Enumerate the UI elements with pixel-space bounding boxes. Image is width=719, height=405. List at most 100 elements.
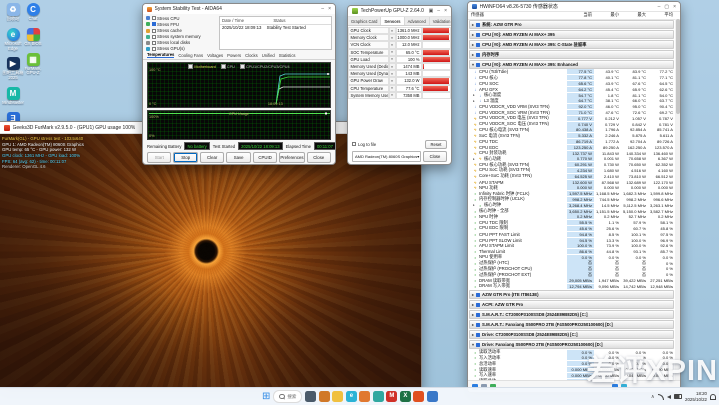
start-button[interactable]: ⊞	[262, 392, 270, 402]
cpuid-button[interactable]: CPUID	[253, 152, 277, 163]
chevron-down-icon[interactable]: ▼	[389, 70, 396, 77]
taskbar-edge-app[interactable]: e	[346, 391, 357, 402]
stress-option[interactable]: Stress GPU(s)	[146, 46, 216, 51]
chevron-down-icon[interactable]: ▼	[389, 27, 396, 34]
chevron-right-icon[interactable]: ▸	[472, 322, 474, 327]
sensor-group-row[interactable]: ▸系统: AZW GTR Pro	[469, 20, 674, 29]
aida-tab-unified[interactable]: Unified	[262, 53, 275, 58]
stress-option[interactable]: Stress FPU	[146, 22, 216, 27]
sensor-group-row[interactable]: ▸Drive: CT2000P3100SSD8 (2524E89B82D5) […	[469, 330, 674, 339]
stress-checkbox[interactable]	[152, 41, 156, 45]
chevron-right-icon[interactable]: ▸	[472, 332, 474, 337]
sensor-row[interactable]: ▸↓L3 温度64.7 °C38.1 °C66.0 °C63.7 °C	[468, 98, 675, 104]
column-header-0[interactable]: 传感器	[468, 12, 567, 18]
sensor-row[interactable]: •APU STAPM Limit100.0 %73.9 %100.0 %92.6…	[468, 243, 675, 249]
minimize-icon[interactable]: –	[321, 6, 324, 12]
aida-tab-statistics[interactable]: Statistics	[279, 53, 296, 58]
column-header-1[interactable]: 当前	[567, 12, 594, 18]
scrollbar-thumb[interactable]	[676, 19, 680, 114]
sensor-row[interactable]: ϟCore+SoC 功耗 (SVI3 TFN)64.525 W2.410 W73…	[468, 173, 675, 179]
taskbar-excel-app[interactable]: X	[400, 391, 411, 402]
aida64-titlebar[interactable]: System Stability Test - AIDA64 – ×	[143, 4, 335, 14]
chevron-down-icon[interactable]: ▼	[389, 77, 396, 84]
sensor-group-row[interactable]: ▾CPU [#0]: AMD RYZEN AI MAX+ 395: Enhanc…	[469, 60, 674, 69]
gpuz-sensor-row[interactable]: GPU Power Draw▼132.0 W	[348, 77, 451, 84]
sensor-group-row[interactable]: ▸CPU [#0]: AMD RYZEN AI MAX+ 395	[469, 30, 674, 39]
chevron-down-icon[interactable]: ▼	[389, 49, 396, 56]
sensor-row[interactable]: •CPU EDC 限制45.6 %25.6 %60.7 %45.8 %	[468, 226, 675, 232]
scrollbar[interactable]	[675, 19, 680, 380]
gpuz-sensor-row[interactable]: GPU Clock▼1361.0 MHz	[348, 27, 451, 34]
chevron-down-icon[interactable]: ▼	[389, 63, 396, 70]
sensor-row[interactable]: •DRAM 写入带宽12,794 MB/s9,096 MB/s14,742 MB…	[468, 283, 675, 289]
gpuz-sensor-row[interactable]: Memory Used (Dedicated)▼1474 MB	[348, 63, 451, 70]
taskbar-file-explorer-app[interactable]	[332, 391, 343, 402]
gpuz-sensor-row[interactable]: Memory Used (Dynamic)▼143 MB	[348, 70, 451, 77]
reset-button[interactable]: Reset	[425, 140, 447, 150]
sensor-row[interactable]: ↓CPU SOC65.6 °C43.9 °C67.6 °C64.5 °C	[468, 81, 675, 87]
gpuz-titlebar[interactable]: TechPowerUp GPU-Z 2.64.0 ▣ – ×	[348, 6, 451, 17]
chevron-right-icon[interactable]: ▸	[473, 99, 477, 103]
chevron-right-icon[interactable]: ▸	[472, 312, 474, 317]
maximize-icon[interactable]: ▢	[664, 4, 669, 10]
close-button[interactable]: Close	[423, 151, 447, 162]
close-icon[interactable]: ×	[328, 6, 331, 12]
gpuz-tab-advanced[interactable]: Advanced	[405, 17, 430, 25]
minimize-icon[interactable]: –	[658, 4, 661, 10]
gpuz-sensor-row[interactable]: CPU Temperature▼77.6 °C	[348, 85, 451, 92]
gpuz-sensor-row[interactable]: SOC Temperature▼65.0 °C	[348, 49, 451, 56]
legend-checkbox[interactable]	[221, 64, 226, 69]
gpuz-tab-validation[interactable]: Validation	[430, 17, 452, 25]
sensor-group-row[interactable]: ▸CPU [#0]: AMD RYZEN AI MAX+ 395: C-Stat…	[469, 40, 674, 49]
notification-icon[interactable]	[710, 394, 716, 400]
sensor-row[interactable]: •CPU PPT FAST Limit94.8 %8.5 %100.1 %97.…	[468, 231, 675, 237]
sensor-group-row[interactable]: ▸ACPI: AZW GTR Pro	[469, 300, 674, 309]
aida-tab-voltages[interactable]: Voltages	[207, 53, 223, 58]
chevron-down-icon[interactable]: ▼	[389, 56, 396, 63]
sensor-group-row[interactable]: ▸S.M.A.R.T.: CT2000P3100SSD8 (2524E89B82…	[469, 310, 674, 319]
sensor-group-row[interactable]: ▸内存时序	[469, 50, 674, 59]
sensor-row[interactable]: ϟCPU TDC86.719 A1.772 A92.704 A89.726 A	[468, 139, 675, 145]
stress-checkbox[interactable]	[152, 22, 156, 26]
chevron-up-icon[interactable]: ∧	[651, 394, 655, 400]
gpuz-tab-sensors[interactable]: Sensors	[381, 17, 404, 25]
desktop-icon-furmark-gpuz[interactable]: ▦FurMark, GPU-Z	[20, 53, 46, 77]
taskbar-orange-red-app[interactable]	[413, 391, 424, 402]
screenshot-icon[interactable]: ▣	[429, 8, 434, 14]
chevron-right-icon[interactable]: ▸	[472, 52, 474, 57]
sensor-row[interactable]: ↓CPU VDDCR_VDD VRM (SVI3 TFN)92.0 °C46.0…	[468, 104, 675, 110]
taskbar-red-m-app[interactable]: M	[386, 391, 397, 402]
stress-option[interactable]: Stress CPU	[146, 16, 216, 21]
chevron-down-icon[interactable]: ▼	[389, 34, 396, 41]
stop-button[interactable]: Stop	[173, 152, 197, 163]
chevron-down-icon[interactable]: ▼	[389, 92, 396, 99]
log-to-file-checkbox[interactable]	[352, 142, 356, 146]
sensor-row[interactable]: ↓CPU 核心77.8 °C40.1 °C81.1 °C77.1 °C	[468, 75, 675, 81]
battery-icon[interactable]	[674, 394, 683, 400]
gpu-select-dropdown[interactable]: AMD Radeon(TM) 8060S Graphics ▾	[352, 151, 421, 162]
sensor-row[interactable]: ϟSoC 电流 (SVI3 TFN)5.332 A2.246 A5.875 A5…	[468, 133, 675, 139]
taskbar-calculator-app[interactable]	[427, 391, 438, 402]
stress-checkbox[interactable]	[152, 35, 156, 39]
chevron-down-icon[interactable]: ▼	[389, 41, 396, 48]
sensor-group-row[interactable]: ▸S.M.A.R.T.: Fanxiang S500PRO 2TB (F4S50…	[469, 320, 674, 329]
legend-checkbox[interactable]	[188, 64, 193, 69]
taskbar-search[interactable]: 搜索	[273, 390, 302, 403]
preferences-button[interactable]: Preferences	[279, 152, 304, 163]
aida-tab-powers[interactable]: Powers	[227, 53, 241, 58]
stress-checkbox[interactable]	[152, 29, 156, 33]
close-icon[interactable]: ×	[444, 8, 447, 14]
aida-tab-temperatures[interactable]: Temperatures	[147, 52, 174, 58]
column-header-4[interactable]: 平均	[648, 12, 675, 18]
stress-checkbox[interactable]	[152, 16, 156, 20]
stress-checkbox[interactable]	[152, 47, 156, 51]
close-icon[interactable]: ×	[673, 4, 676, 10]
aida-tab-clocks[interactable]: Clocks	[245, 53, 258, 58]
clear-button[interactable]: Clear	[200, 152, 224, 163]
gpuz-tab-graphics-card[interactable]: Graphics Card	[348, 17, 381, 25]
chevron-down-icon[interactable]: ▾	[472, 62, 474, 67]
taskbar-clock[interactable]: 18:20 2025/10/22	[685, 391, 707, 402]
sensor-group-row[interactable]: ▸AZW GTR Pro (ITE IT8613E)	[469, 290, 674, 299]
column-header-3[interactable]: 最大	[621, 12, 648, 18]
aida-tab-cooling-fans[interactable]: Cooling Fans	[178, 53, 203, 58]
